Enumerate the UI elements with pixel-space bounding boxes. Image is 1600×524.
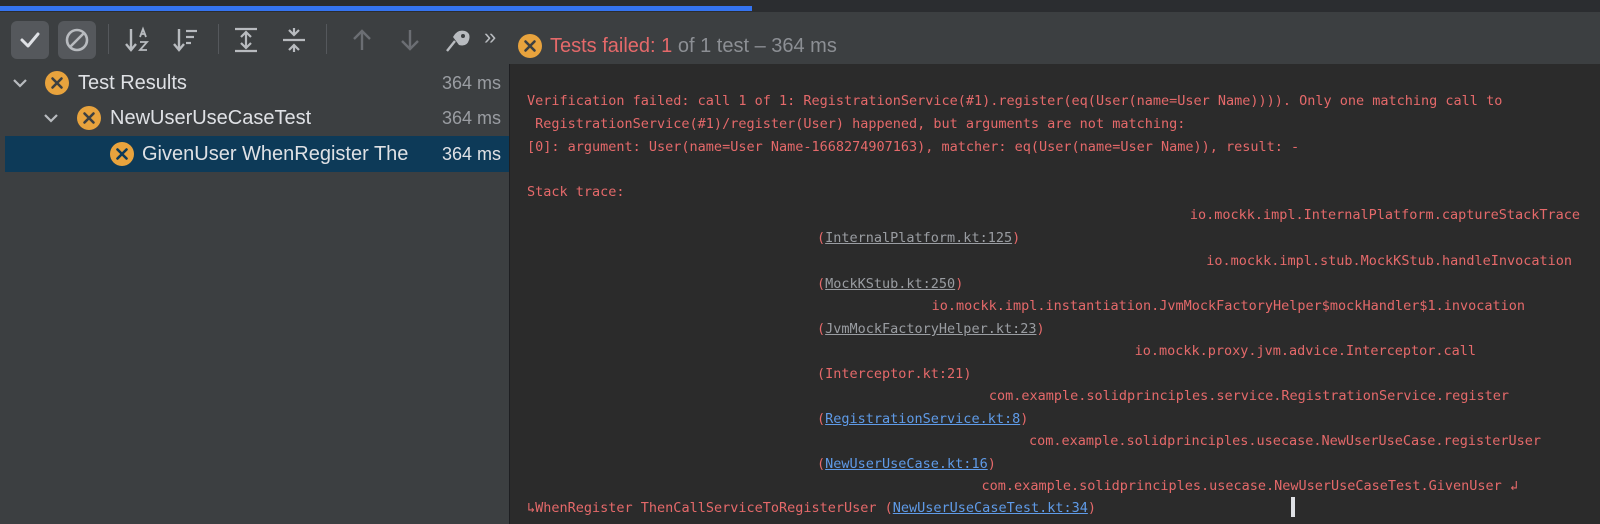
chevron-down-icon[interactable] — [12, 75, 28, 91]
stack-frame-link[interactable]: NewUserUseCase.kt:16 — [825, 456, 988, 472]
tree-item-test-results[interactable]: Test Results 364 ms — [0, 65, 509, 101]
tree-item-test-class[interactable]: NewUserUseCaseTest 364 ms — [0, 100, 509, 136]
stack-frame-file: Interceptor.kt:21 — [825, 366, 964, 382]
collapse-all-icon — [283, 28, 305, 52]
tree-item-label: GivenUser WhenRegister The — [142, 143, 409, 165]
stack-frame-location: (JvmMockFactoryHelper.kt:23) — [817, 321, 1045, 337]
tree-item-duration: 364 ms — [441, 73, 501, 93]
next-failed-test-button[interactable] — [391, 21, 429, 59]
stack-frame-location: (NewUserUseCase.kt:16) — [817, 456, 996, 472]
test-output-console[interactable] — [510, 64, 1600, 524]
stack-frame-method: io.mockk.proxy.jvm.advice.Interceptor.ca… — [1134, 343, 1476, 359]
more-actions-button[interactable]: » — [484, 24, 496, 50]
stack-frame-link[interactable]: RegistrationService.kt:8 — [825, 411, 1020, 427]
test-status-summary: Tests failed: 1 of 1 test – 364 ms — [550, 33, 837, 59]
stack-frame-continuation: WhenRegister ThenCallServiceToRegisterUs… — [535, 500, 877, 516]
test-results-tree: Test Results 364 ms NewUserUseCaseTest 3… — [0, 64, 509, 524]
text-cursor — [1291, 497, 1295, 517]
stack-frame-method: io.mockk.impl.instantiation.JvmMockFacto… — [931, 298, 1525, 314]
stack-frame-location: (MockKStub.kt:250) — [817, 276, 964, 292]
show-ignored-button[interactable] — [58, 21, 96, 59]
import-tests-icon — [446, 30, 470, 52]
expand-all-icon — [235, 27, 257, 53]
stack-frame-method: com.example.solidprinciples.service.Regi… — [988, 388, 1509, 404]
toolbar-separator — [218, 24, 219, 54]
console-error-line: RegistrationService(#1)/register(User) h… — [527, 116, 1186, 132]
stack-trace-label: Stack trace: — [527, 184, 625, 200]
fail-icon — [77, 106, 101, 130]
toolbar-separator — [108, 24, 109, 54]
test-runner-toolbar: » Tests failed: 1 of 1 test – 364 ms — [0, 12, 1600, 64]
stack-frame-method-text: com.example.solidprinciples.usecase.NewU… — [981, 478, 1502, 494]
stack-frame-method: io.mockk.impl.stub.MockKStub.handleInvoc… — [1206, 253, 1572, 269]
chevron-double-right-icon: » — [484, 24, 497, 49]
check-icon — [20, 32, 40, 48]
console-error-line: [0]: argument: User(name=User Name-16682… — [527, 139, 1300, 155]
fail-icon — [518, 34, 542, 58]
fail-icon — [45, 71, 69, 95]
stack-frame-link[interactable]: InternalPlatform.kt:125 — [825, 230, 1012, 246]
tree-item-duration: 364 ms — [441, 108, 501, 128]
stack-frame-method: com.example.solidprinciples.usecase.NewU… — [982, 477, 1518, 495]
stack-frame-method: com.example.solidprinciples.usecase.NewU… — [1028, 433, 1541, 449]
tree-item-label: NewUserUseCaseTest — [110, 107, 312, 129]
chevron-down-icon[interactable] — [43, 110, 59, 126]
previous-failed-test-button[interactable] — [343, 21, 381, 59]
show-passed-button[interactable] — [11, 21, 49, 59]
arrow-down-icon — [401, 30, 419, 51]
status-failed-count: Tests failed: 1 — [550, 35, 673, 57]
collapse-all-button[interactable] — [275, 21, 313, 59]
arrow-up-icon — [353, 29, 371, 50]
stack-frame-location: ↳WhenRegister ThenCallServiceToRegisterU… — [527, 500, 1096, 516]
sort-alpha-icon — [125, 26, 149, 52]
tree-item-label: Test Results — [78, 72, 187, 94]
sort-by-duration-button[interactable] — [167, 21, 205, 59]
stack-frame-link[interactable]: JvmMockFactoryHelper.kt:23 — [825, 321, 1036, 337]
console-error-line: Verification failed: call 1 of 1: Regist… — [527, 93, 1503, 109]
cancel-icon — [65, 28, 89, 52]
import-tests-button[interactable] — [439, 21, 477, 59]
expand-all-button[interactable] — [227, 21, 265, 59]
sort-alphabetically-button[interactable] — [119, 21, 157, 59]
soft-wrap-icon: ↳ — [527, 500, 536, 516]
stack-frame-location: (RegistrationService.kt:8) — [817, 411, 1029, 427]
stack-frame-method: io.mockk.impl.InternalPlatform.captureSt… — [1189, 207, 1580, 223]
tree-item-test-method[interactable]: GivenUser WhenRegister The 364 ms — [5, 136, 509, 172]
status-total: of 1 test – 364 ms — [672, 35, 837, 57]
sort-duration-icon — [173, 29, 197, 52]
stack-frame-location: (Interceptor.kt:21) — [817, 366, 972, 382]
fail-icon — [110, 142, 134, 166]
test-progress-fill — [0, 6, 752, 11]
tree-item-duration: 364 ms — [441, 144, 501, 164]
stack-frame-link[interactable]: NewUserUseCaseTest.kt:34 — [893, 500, 1088, 516]
stack-frame-link[interactable]: MockKStub.kt:250 — [825, 276, 955, 292]
soft-wrap-icon: ↲ — [1509, 478, 1518, 494]
test-progress-bar — [0, 0, 1600, 12]
toolbar-separator — [326, 24, 327, 54]
stack-frame-location: (InternalPlatform.kt:125) — [817, 230, 1021, 246]
